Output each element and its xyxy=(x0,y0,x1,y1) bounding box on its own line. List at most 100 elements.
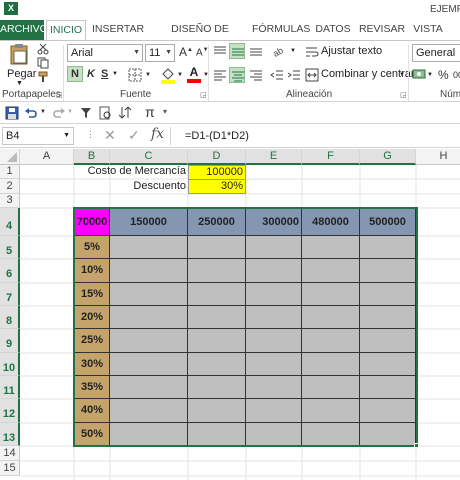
chevron-down-icon[interactable]: ▼ xyxy=(145,72,151,78)
table-cell[interactable] xyxy=(110,353,188,376)
number-format-select[interactable]: General xyxy=(412,44,460,62)
row-header-12[interactable]: 12 xyxy=(0,399,20,423)
undo-icon[interactable] xyxy=(24,106,38,120)
decrease-indent-icon[interactable] xyxy=(270,69,284,81)
table-cell[interactable] xyxy=(246,236,302,259)
increase-indent-icon[interactable] xyxy=(287,69,301,81)
formula-input[interactable]: =D1-(D1*D2) xyxy=(170,127,458,145)
table-cell[interactable] xyxy=(302,236,360,259)
column-header-e[interactable]: E xyxy=(246,149,302,165)
table-cell[interactable] xyxy=(188,376,246,399)
column-header-f[interactable]: F xyxy=(302,149,360,165)
table-cell[interactable] xyxy=(188,423,246,446)
tab-vista[interactable]: VISTA xyxy=(410,20,446,40)
table-cell[interactable] xyxy=(188,329,246,353)
percent-cell[interactable]: 40% xyxy=(75,399,110,423)
table-cell[interactable] xyxy=(188,236,246,259)
header-cell[interactable]: 250000 xyxy=(188,209,246,236)
font-color-button[interactable]: A xyxy=(186,65,202,83)
clipboard-launcher-icon[interactable]: ◲ xyxy=(56,91,63,99)
table-cell[interactable] xyxy=(360,399,416,423)
header-cell[interactable]: 150000 xyxy=(110,209,188,236)
percent-cell[interactable]: 50% xyxy=(75,423,110,446)
table-cell[interactable] xyxy=(360,353,416,376)
table-cell[interactable] xyxy=(188,306,246,329)
name-box[interactable]: B4 ▼ xyxy=(2,127,74,145)
save-icon[interactable] xyxy=(5,106,19,120)
align-left-icon[interactable] xyxy=(213,69,227,81)
table-cell[interactable] xyxy=(360,283,416,306)
discount-label[interactable]: Descuento xyxy=(74,179,188,194)
formula-bar-grip-icon[interactable]: ⋮ xyxy=(86,129,95,140)
row-header-15[interactable]: 15 xyxy=(0,461,20,476)
table-cell[interactable] xyxy=(246,376,302,399)
table-cell[interactable] xyxy=(110,329,188,353)
header-cell[interactable]: 480000 xyxy=(302,209,360,236)
chevron-down-icon[interactable]: ▼ xyxy=(177,72,183,78)
filter-icon[interactable] xyxy=(80,107,92,119)
table-cell[interactable] xyxy=(302,376,360,399)
chevron-down-icon[interactable]: ▼ xyxy=(112,71,118,77)
chevron-down-icon[interactable]: ▼ xyxy=(67,109,73,115)
italic-button[interactable]: K xyxy=(86,67,96,81)
align-top-icon[interactable] xyxy=(213,45,227,57)
row-header-6[interactable]: 6 xyxy=(0,259,20,283)
table-cell[interactable] xyxy=(302,423,360,446)
copy-icon[interactable] xyxy=(37,57,53,69)
row-header-1[interactable]: 1 xyxy=(0,165,20,179)
fill-color-icon[interactable] xyxy=(160,66,176,84)
table-cell[interactable] xyxy=(188,259,246,283)
align-middle-icon[interactable] xyxy=(229,43,245,59)
row-header-9[interactable]: 9 xyxy=(0,329,20,353)
tab-insertar[interactable]: INSERTAR xyxy=(90,20,146,40)
table-cell[interactable] xyxy=(110,399,188,423)
tab-inicio[interactable]: INICIO xyxy=(46,20,86,41)
cancel-entry-icon[interactable]: ✕ xyxy=(104,127,116,144)
spreadsheet-grid[interactable]: A B C D E F G H 1 2 3 4 5 6 7 8 9 10 11 … xyxy=(0,149,460,480)
table-cell[interactable] xyxy=(360,329,416,353)
table-cell[interactable] xyxy=(188,399,246,423)
table-cell[interactable] xyxy=(302,399,360,423)
table-cell[interactable] xyxy=(110,236,188,259)
header-cell[interactable]: 500000 xyxy=(360,209,416,236)
print-preview-icon[interactable] xyxy=(98,106,112,120)
tab-datos[interactable]: DATOS xyxy=(313,20,353,40)
insert-function-icon[interactable]: fx xyxy=(151,126,164,142)
currency-icon[interactable] xyxy=(412,67,426,81)
table-cell[interactable] xyxy=(360,259,416,283)
percent-cell[interactable]: 20% xyxy=(75,306,110,329)
confirm-entry-icon[interactable]: ✓ xyxy=(128,127,140,144)
column-header-c[interactable]: C xyxy=(110,149,188,165)
table-cell[interactable] xyxy=(246,399,302,423)
select-all-button[interactable] xyxy=(0,149,20,165)
column-header-b[interactable]: B xyxy=(74,149,110,165)
percent-cell[interactable]: 35% xyxy=(75,376,110,399)
table-cell[interactable] xyxy=(360,376,416,399)
cut-icon[interactable] xyxy=(37,43,49,55)
alignment-launcher-icon[interactable]: ◲ xyxy=(400,91,407,99)
table-cell[interactable] xyxy=(302,259,360,283)
percent-cell[interactable]: 30% xyxy=(75,353,110,376)
font-size-select[interactable]: 11 ▼ xyxy=(145,44,175,62)
format-painter-icon[interactable] xyxy=(37,71,49,83)
customize-qat-icon[interactable]: ▾ xyxy=(163,107,167,116)
row-header-14[interactable]: 14 xyxy=(0,446,20,461)
row-header-7[interactable]: 7 xyxy=(0,283,20,306)
column-header-d[interactable]: D xyxy=(188,149,246,165)
align-right-icon[interactable] xyxy=(249,69,263,81)
row-header-8[interactable]: 8 xyxy=(0,306,20,329)
tab-diseno-pagina[interactable]: DISEÑO DE PÁGINA xyxy=(150,20,250,54)
table-cell[interactable] xyxy=(110,376,188,399)
discount-value-cell[interactable]: 30% xyxy=(188,179,246,194)
table-cell[interactable] xyxy=(188,283,246,306)
percent-cell[interactable]: 25% xyxy=(75,329,110,353)
row-header-13[interactable]: 13 xyxy=(0,423,20,446)
redo-icon[interactable] xyxy=(52,106,66,120)
row-header-11[interactable]: 11 xyxy=(0,376,20,399)
table-cell[interactable] xyxy=(302,353,360,376)
percent-cell[interactable]: 10% xyxy=(75,259,110,283)
align-bottom-icon[interactable] xyxy=(249,45,263,57)
orientation-icon[interactable]: ab xyxy=(272,44,290,58)
chevron-down-icon[interactable]: ▼ xyxy=(290,48,296,54)
table-cell[interactable] xyxy=(246,306,302,329)
